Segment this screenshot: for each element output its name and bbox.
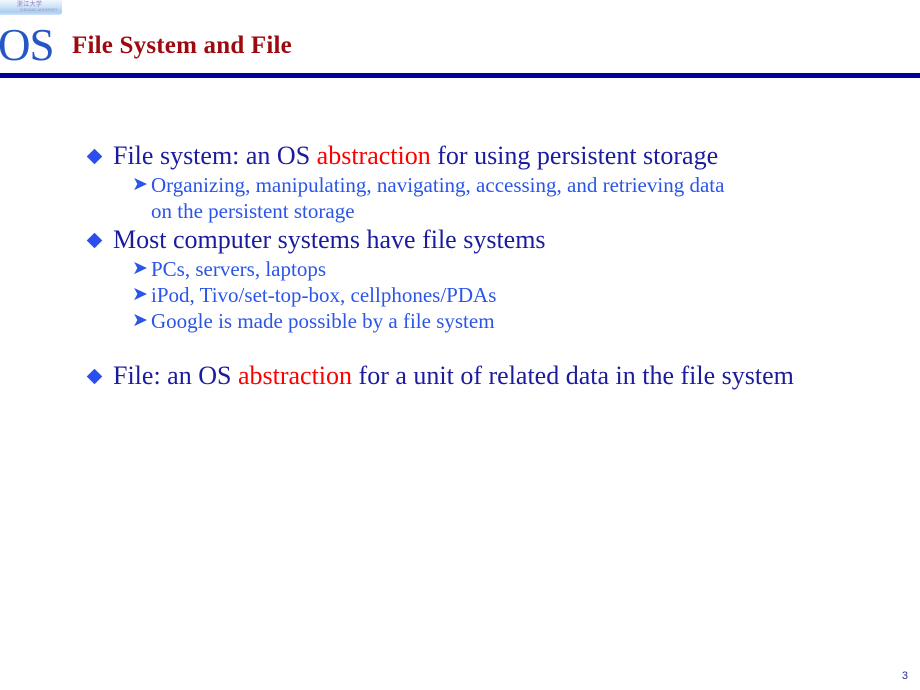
diamond-bullet-icon: [86, 232, 103, 249]
slide-header: OS File System and File: [0, 20, 920, 72]
bullet-text: iPod, Tivo/set-top-box, cellphones/PDAs: [151, 283, 497, 307]
bullet-level1: File system: an OS abstraction for using…: [86, 140, 888, 172]
page-number: 3: [901, 670, 908, 682]
bullet-text-highlight: abstraction: [237, 361, 353, 390]
bullet-spacer: [88, 334, 888, 360]
bullet-text-tail: for using persistent storage: [430, 141, 719, 170]
bullet-text: Most computer systems have file systems: [113, 225, 546, 254]
header-divider: [0, 73, 920, 78]
bullet-text: Organizing, manipulating, navigating, ac…: [151, 173, 725, 197]
bullet-text: PCs, servers, laptops: [151, 257, 326, 281]
bullet-level1: File: an OS abstraction for a unit of re…: [86, 360, 888, 392]
bullet-text: Google is made possible by a file system: [151, 309, 495, 333]
bullet-level2: ➤ Google is made possible by a file syst…: [88, 308, 888, 334]
os-course-logo: OS: [0, 20, 55, 70]
bullet-text-lead: File system: an OS: [113, 141, 317, 170]
bullet-level2: ➤ PCs, servers, laptops: [88, 256, 888, 282]
bullet-level2: ➤ iPod, Tivo/set-top-box, cellphones/PDA…: [88, 282, 888, 308]
bullet-text-lead: File: an OS: [113, 361, 238, 390]
bullet-text-highlight: abstraction: [316, 141, 431, 170]
page-title: File System and File: [72, 32, 292, 59]
bullet-level1: Most computer systems have file systems: [86, 224, 888, 256]
bullet-text-continuation: on the persistent storage: [151, 199, 355, 223]
arrow-bullet-icon: ➤: [132, 258, 148, 279]
bullet-text-tail: for a unit of related data in the file s…: [352, 361, 794, 390]
slide-body: File system: an OS abstraction for using…: [86, 140, 888, 392]
arrow-bullet-icon: ➤: [132, 310, 148, 331]
institution-logo-subtext: ZHEJIANG UNIVERSITY: [20, 8, 59, 12]
diamond-bullet-icon: [86, 368, 103, 385]
bullet-level2: ➤ Organizing, manipulating, navigating, …: [88, 172, 888, 224]
arrow-bullet-icon: ➤: [132, 174, 148, 195]
arrow-bullet-icon: ➤: [132, 284, 148, 305]
diamond-bullet-icon: [86, 148, 103, 165]
institution-logo-badge: 浙江大学 ZHEJIANG UNIVERSITY: [0, 0, 62, 15]
